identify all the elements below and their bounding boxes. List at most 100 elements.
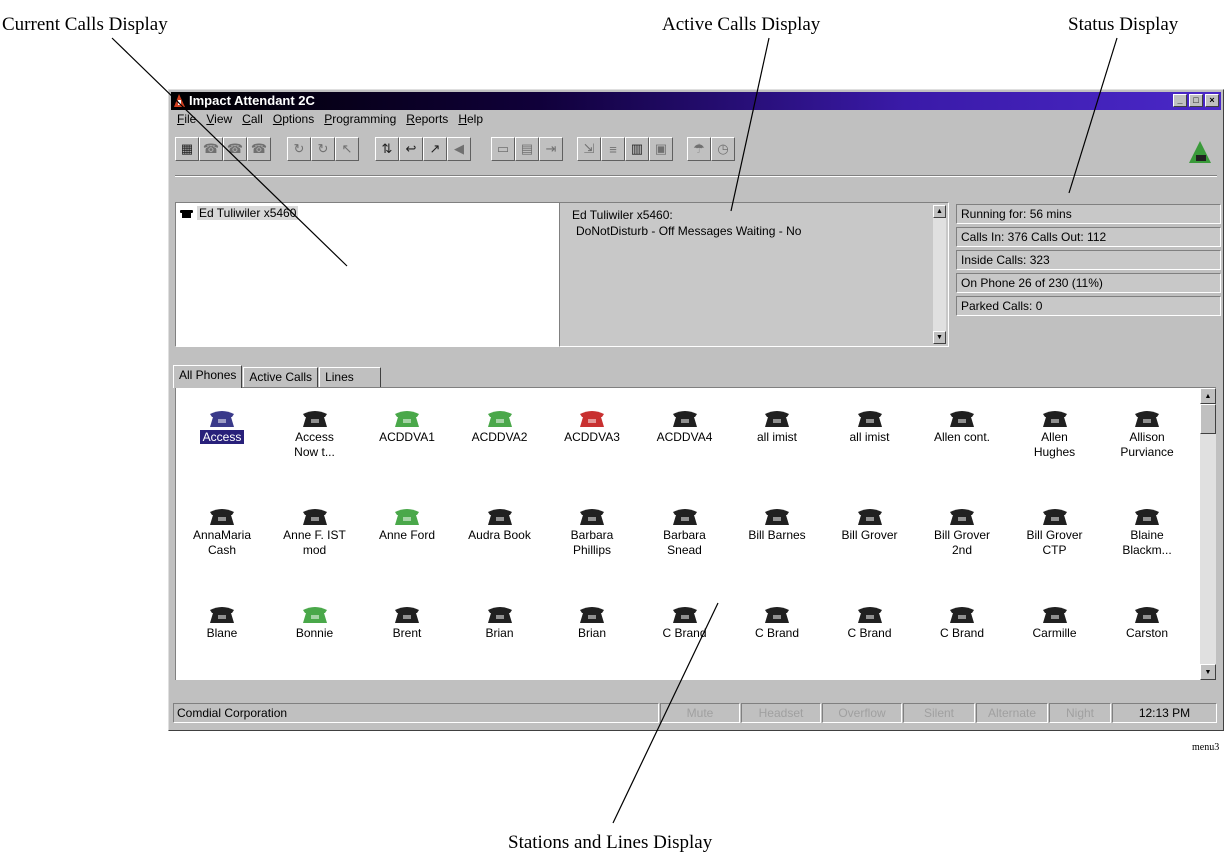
- tab-active-calls[interactable]: Active Calls: [243, 367, 319, 387]
- status-on-phone: On Phone 26 of 230 (11%): [956, 273, 1221, 293]
- menu-label: iew: [214, 112, 233, 126]
- station-item[interactable]: C Brand: [639, 604, 731, 641]
- station-item[interactable]: Carmille: [1009, 604, 1101, 641]
- menu-reports[interactable]: Reports: [402, 112, 454, 130]
- scroll-thumb[interactable]: [1200, 404, 1216, 434]
- transfer-icon[interactable]: ↻: [311, 137, 335, 161]
- phone-icon: [857, 411, 882, 427]
- speaker-icon[interactable]: ◀: [447, 137, 471, 161]
- maximize-icon[interactable]: □: [1189, 94, 1203, 107]
- phone-icon: [487, 509, 512, 525]
- station-item[interactable]: C Brand: [731, 604, 823, 641]
- station-item[interactable]: Audra Book: [454, 506, 546, 543]
- station-item[interactable]: Blane: [176, 604, 268, 641]
- grid-icon[interactable]: ▦: [175, 137, 199, 161]
- title-bar[interactable]: Impact Attendant 2C _ □ ×: [171, 92, 1221, 110]
- callout-stations: Stations and Lines Display: [508, 832, 713, 853]
- station-item[interactable]: ACDDVA4: [639, 408, 731, 445]
- station-item[interactable]: AnnaMaria Cash: [176, 506, 268, 558]
- scroll-down-icon[interactable]: ▼: [933, 331, 946, 344]
- menu-help[interactable]: Help: [454, 112, 489, 130]
- settings-icon[interactable]: ≡: [601, 137, 625, 161]
- station-item[interactable]: ACDDVA1: [361, 408, 453, 445]
- current-calls-panel[interactable]: Ed Tuliwiler x5460: [175, 202, 562, 347]
- station-item[interactable]: Anne F. IST mod: [269, 506, 361, 558]
- menu-file[interactable]: File: [173, 112, 202, 130]
- station-name: Bonnie: [295, 626, 334, 640]
- active-calls-panel[interactable]: Ed Tuliwiler x5460: DoNotDisturb - Off M…: [559, 202, 949, 347]
- menu-call[interactable]: Call: [238, 112, 269, 130]
- station-item[interactable]: ACDDVA2: [454, 408, 546, 445]
- transfer-icon[interactable]: ↻: [287, 137, 311, 161]
- close-icon[interactable]: ×: [1205, 94, 1219, 107]
- station-item[interactable]: Brian: [454, 604, 546, 641]
- station-name: Anne F. IST: [283, 528, 346, 542]
- station-item[interactable]: Allison Purviance: [1101, 408, 1193, 460]
- park-icon[interactable]: ⇲: [577, 137, 601, 161]
- station-item[interactable]: Blaine Blackm...: [1101, 506, 1193, 558]
- forward-icon[interactable]: ⇥: [539, 137, 563, 161]
- hook-icon[interactable]: ↖: [335, 137, 359, 161]
- menu-view[interactable]: View: [202, 112, 238, 130]
- hold-icon[interactable]: ↩: [399, 137, 423, 161]
- menu-mnemonic: R: [406, 112, 415, 126]
- phone-icon[interactable]: ☎: [223, 137, 247, 161]
- station-name-line2: Hughes: [1033, 445, 1076, 459]
- station-item[interactable]: all imist: [824, 408, 916, 445]
- station-item[interactable]: Barbara Snead: [639, 506, 731, 558]
- station-name: Carston: [1125, 626, 1169, 640]
- station-name-line2: Phillips: [572, 543, 611, 557]
- station-item[interactable]: ACDDVA3: [546, 408, 638, 445]
- phone-icon: [1042, 509, 1067, 525]
- station-item[interactable]: Brian: [546, 604, 638, 641]
- conference-icon[interactable]: ⇅: [375, 137, 399, 161]
- station-item[interactable]: all imist: [731, 408, 823, 445]
- phone-icon[interactable]: ☎: [199, 137, 223, 161]
- station-item[interactable]: Bonnie: [269, 604, 361, 641]
- station-item[interactable]: Access Now t...: [269, 408, 361, 460]
- scroll-down-icon[interactable]: ▼: [1200, 664, 1216, 680]
- active-calls-scrollbar[interactable]: ▲ ▼: [933, 205, 946, 344]
- current-call-entry[interactable]: Ed Tuliwiler x5460: [180, 206, 299, 220]
- clock-icon[interactable]: ◷: [711, 137, 735, 161]
- scroll-up-icon[interactable]: ▲: [933, 205, 946, 218]
- voicemail-icon[interactable]: ▤: [515, 137, 539, 161]
- stations-scrollbar[interactable]: ▲ ▼: [1200, 388, 1216, 680]
- station-item[interactable]: Bill Grover: [824, 506, 916, 543]
- station-item[interactable]: Anne Ford: [361, 506, 453, 543]
- minimize-icon[interactable]: _: [1173, 94, 1187, 107]
- station-item[interactable]: Allen cont.: [916, 408, 1008, 445]
- station-name: Anne Ford: [378, 528, 436, 542]
- status-running: Running for: 56 mins: [956, 204, 1221, 224]
- station-item[interactable]: Allen Hughes: [1009, 408, 1101, 460]
- station-name-line2: 2nd: [951, 543, 973, 557]
- station-item[interactable]: C Brand: [824, 604, 916, 641]
- station-item[interactable]: C Brand: [916, 604, 1008, 641]
- directory-icon[interactable]: ▭: [491, 137, 515, 161]
- phone-icon[interactable]: ☎: [247, 137, 271, 161]
- menu-programming[interactable]: Programming: [320, 112, 402, 130]
- station-item[interactable]: Bill Grover 2nd: [916, 506, 1008, 558]
- phone-icon: [302, 411, 327, 427]
- indicator-mute: Mute: [660, 703, 740, 723]
- station-item[interactable]: Carston: [1101, 604, 1193, 641]
- tab-all-phones[interactable]: All Phones: [173, 365, 243, 388]
- phone-icon: [1042, 411, 1067, 427]
- station-item[interactable]: Barbara Phillips: [546, 506, 638, 558]
- tab-lines[interactable]: Lines: [319, 367, 382, 387]
- phone-icon: [1135, 509, 1159, 525]
- phone-icon: [395, 411, 419, 427]
- calendar-icon[interactable]: ▥: [625, 137, 649, 161]
- phone-icon: [302, 607, 327, 623]
- menu-options[interactable]: Options: [269, 112, 320, 130]
- station-item[interactable]: Brent: [361, 604, 453, 641]
- station-item[interactable]: Bill Grover CTP: [1009, 506, 1101, 558]
- station-item[interactable]: Access: [176, 408, 268, 445]
- scroll-up-icon[interactable]: ▲: [1200, 388, 1216, 404]
- help-icon[interactable]: ☂: [687, 137, 711, 161]
- station-name: Carmille: [1032, 626, 1077, 640]
- station-item[interactable]: Bill Barnes: [731, 506, 823, 543]
- station-name: Bill Grover: [841, 528, 898, 542]
- flash-icon[interactable]: ↗: [423, 137, 447, 161]
- monitor-icon[interactable]: ▣: [649, 137, 673, 161]
